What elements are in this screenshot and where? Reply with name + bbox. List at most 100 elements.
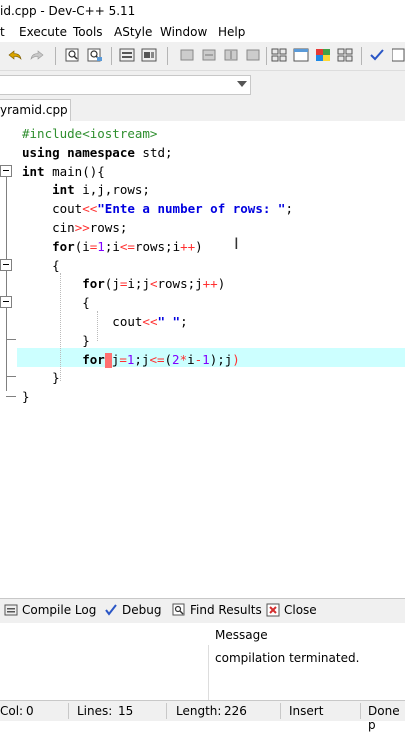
menu-astyle[interactable]: AStyle xyxy=(114,25,152,39)
code-token: for xyxy=(82,351,105,367)
grid-icon[interactable] xyxy=(336,47,354,63)
code-line[interactable]: { xyxy=(22,293,90,312)
code-line[interactable]: #include<iostream> xyxy=(22,124,157,143)
redo-icon[interactable] xyxy=(28,47,46,63)
status-divider xyxy=(166,703,167,719)
undo-icon[interactable] xyxy=(6,47,24,63)
tab-close-label: Close xyxy=(284,603,317,617)
fold-toggle-icon[interactable] xyxy=(0,296,12,308)
status-lines-label: Lines: xyxy=(77,704,113,718)
title-bar: id.cpp - Dev-C++ 5.11 xyxy=(0,0,405,22)
code-token: ( xyxy=(164,351,173,367)
code-line[interactable]: for(i=1;i<=rows;i++) xyxy=(22,237,203,256)
code-line[interactable]: } xyxy=(22,368,60,387)
debug-icon[interactable] xyxy=(178,47,196,63)
step-icon[interactable] xyxy=(200,47,218,63)
compiler-message[interactable]: compilation terminated. xyxy=(215,651,359,665)
toolbar-separator xyxy=(361,47,362,65)
new-class-icon[interactable] xyxy=(270,47,288,63)
code-token: 1 xyxy=(202,351,210,367)
status-lines-value: 15 xyxy=(118,704,134,718)
stop-icon[interactable] xyxy=(244,47,262,63)
code-token: ++ xyxy=(180,238,196,254)
code-token: ; xyxy=(180,314,188,329)
code-token: < xyxy=(149,276,158,292)
profile-icon[interactable] xyxy=(222,47,240,63)
tab-find-results[interactable]: Find Results xyxy=(172,603,262,617)
status-col-label: Col: xyxy=(0,704,24,718)
code-token: } xyxy=(22,332,90,348)
code-token: <= xyxy=(149,351,165,367)
status-message: Done p xyxy=(368,704,400,732)
code-token: ++ xyxy=(202,276,218,292)
status-length-label: Length: xyxy=(176,704,222,718)
window-title: id.cpp - Dev-C++ 5.11 xyxy=(0,4,136,18)
code-line[interactable]: cout<<"Ente a number of rows: "; xyxy=(22,199,293,218)
code-line[interactable]: for(j=i;j<rows;j++) xyxy=(22,274,225,293)
compile-log-icon xyxy=(4,604,18,616)
code-token: rows; xyxy=(89,220,128,235)
code-token: #include<iostream> xyxy=(22,126,158,141)
fold-end-marker xyxy=(6,396,16,397)
status-insert-mode: Insert xyxy=(289,704,324,718)
editor-tab-label: yramid.cpp xyxy=(0,103,68,117)
fold-end-marker xyxy=(6,339,16,340)
code-token: cout xyxy=(22,314,143,329)
code-line[interactable]: cin>>rows; xyxy=(22,218,127,237)
text-cursor-icon: I xyxy=(234,234,239,253)
code-token: >> xyxy=(74,220,90,235)
menu-tools[interactable]: Tools xyxy=(73,25,103,39)
check-syntax-icon[interactable] xyxy=(368,47,386,63)
menu-project[interactable]: t xyxy=(0,25,5,39)
code-line[interactable]: { xyxy=(22,256,60,275)
editor-tab-pyramid[interactable]: yramid.cpp xyxy=(0,99,71,122)
code-line[interactable]: } xyxy=(22,331,90,350)
tab-compile-log[interactable]: Compile Log xyxy=(4,603,96,617)
compile-icon[interactable] xyxy=(118,47,136,63)
insert-icon[interactable] xyxy=(292,47,310,63)
code-line[interactable]: for j=1;j<=(2*i-1);j) xyxy=(22,350,240,369)
status-divider xyxy=(360,703,361,719)
code-line[interactable]: cout<<" "; xyxy=(22,312,188,331)
fold-guide xyxy=(6,308,7,338)
code-line[interactable]: using namespace std; xyxy=(22,143,173,162)
message-column-header[interactable]: Message xyxy=(208,623,405,645)
color-palette-icon[interactable] xyxy=(314,47,332,63)
fold-toggle-icon[interactable] xyxy=(0,165,12,177)
menu-help[interactable]: Help xyxy=(218,25,245,39)
compiler-file-column xyxy=(0,623,209,700)
class-scope-dropdown[interactable] xyxy=(0,75,251,95)
code-token: " " xyxy=(157,314,181,329)
code-token: ) xyxy=(217,276,226,292)
code-token: std; xyxy=(142,144,173,160)
code-line[interactable]: int i,j,rows; xyxy=(22,180,150,199)
editor-tab-strip: yramid.cpp xyxy=(0,97,405,122)
code-token: ;i xyxy=(104,238,120,254)
code-line[interactable]: } xyxy=(22,387,30,406)
toolbar-separator xyxy=(266,47,267,65)
toolbar-separator xyxy=(55,47,56,65)
run-icon[interactable] xyxy=(140,47,158,63)
menu-window[interactable]: Window xyxy=(160,25,207,39)
status-bar: Col: 0 Lines: 15 Length: 226 Insert Done… xyxy=(0,700,405,732)
main-toolbar xyxy=(0,42,405,71)
code-editor[interactable]: I #include<iostream> using namespace std;… xyxy=(0,121,405,591)
tab-close[interactable]: Close xyxy=(266,603,317,617)
find-icon[interactable] xyxy=(64,47,82,63)
fold-toggle-icon[interactable] xyxy=(0,259,12,271)
status-length-value: 226 xyxy=(224,704,247,718)
toolbar-separator xyxy=(167,47,168,65)
code-token: << xyxy=(142,314,158,329)
compiler-output-panel: Message compilation terminated. xyxy=(0,623,405,700)
code-token: * xyxy=(179,351,188,367)
chevron-down-icon[interactable] xyxy=(237,81,247,87)
replace-icon[interactable] xyxy=(86,47,104,63)
toolbar-overflow-icon[interactable] xyxy=(392,47,405,63)
fold-gutter xyxy=(0,121,17,591)
code-token: i;j xyxy=(127,276,150,292)
menu-execute[interactable]: Execute xyxy=(19,25,67,39)
tab-debug[interactable]: Debug xyxy=(104,603,161,617)
code-line[interactable]: int main(){ xyxy=(22,162,105,181)
